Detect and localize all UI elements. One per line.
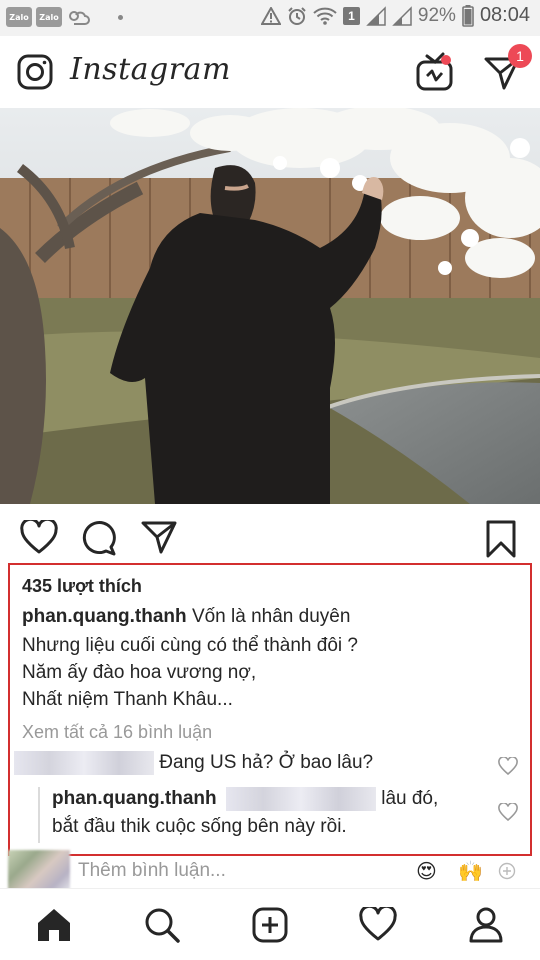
comment-like-icon[interactable] — [498, 803, 518, 821]
signal-icon — [392, 5, 412, 26]
comment-like-icon[interactable] — [498, 757, 518, 775]
status-bar: Zalo Zalo 1 92% 08:04 — [0, 0, 540, 36]
weather-icon — [69, 11, 90, 25]
warning-icon — [260, 6, 281, 25]
signal-icon — [366, 5, 386, 26]
caption-line: Nhất niệm Thanh Khâu... — [22, 689, 233, 710]
status-right: 1 92% 08:04 — [260, 4, 530, 27]
caption-text: Vốn là nhân duyên — [191, 606, 351, 627]
post-photo-illustration — [0, 108, 540, 504]
status-left: Zalo Zalo — [6, 7, 123, 27]
post-actions — [0, 504, 540, 564]
activity-heart-icon[interactable] — [359, 907, 397, 941]
search-icon[interactable] — [144, 907, 180, 943]
bottom-navigation — [0, 888, 540, 960]
like-heart-icon[interactable] — [20, 520, 58, 554]
caption-line: Năm ấy đào hoa vương nợ, — [22, 662, 257, 683]
sim-slot-badge: 1 — [342, 6, 360, 25]
add-comment-input[interactable]: Thêm bình luận... — [78, 860, 226, 882]
notification-badge: 1 — [508, 44, 532, 68]
like-count[interactable]: 435 lượt thích — [22, 576, 142, 597]
post-image[interactable] — [0, 108, 540, 504]
add-emoji-icon[interactable] — [498, 862, 516, 880]
heart-eyes-emoji-icon[interactable]: 😍 — [416, 859, 437, 884]
reply-text-line: bắt đầu thik cuộc sống bên này rồi. — [52, 816, 347, 837]
zalo-app-icon: Zalo — [6, 7, 32, 27]
user-avatar — [8, 850, 70, 890]
profile-icon[interactable] — [468, 907, 504, 943]
comment-icon[interactable] — [80, 520, 116, 556]
battery-icon — [462, 4, 474, 27]
alarm-icon — [288, 6, 306, 25]
notification-dot — [118, 14, 123, 20]
reply-text: lâu đó, — [381, 788, 439, 810]
caption-line: Nhưng liệu cuối cùng có thể thành đôi ? — [22, 635, 358, 656]
battery-percent: 92% — [417, 4, 456, 26]
add-comment-row: Thêm bình luận... 😍 🙌 — [0, 850, 540, 890]
bookmark-icon[interactable] — [486, 520, 516, 558]
share-icon[interactable] — [141, 520, 177, 554]
raised-hands-emoji-icon[interactable]: 🙌 — [458, 859, 483, 884]
reply-row: phan.quang.thanh lâu đó, — [52, 787, 438, 811]
new-post-icon[interactable] — [252, 907, 288, 943]
redacted-mention — [225, 787, 376, 811]
zalo-app-icon: Zalo — [36, 7, 62, 27]
comment-text: Đang US hả? Ở bao lâu? — [159, 752, 374, 774]
instagram-logo: Instagram — [70, 52, 231, 87]
redacted-username — [14, 751, 154, 775]
caption-username[interactable]: phan.quang.thanh — [22, 606, 187, 627]
igtv-icon[interactable] — [415, 50, 455, 92]
reply-thread-line — [38, 787, 40, 843]
app-header: Instagram 1 — [0, 36, 540, 108]
reply-username[interactable]: phan.quang.thanh — [52, 788, 217, 809]
comment-row: Đang US hả? Ở bao lâu? — [14, 751, 373, 775]
clock: 08:04 — [479, 4, 530, 26]
caption-line: phan.quang.thanh Vốn là nhân duyên — [22, 606, 350, 628]
home-icon[interactable] — [36, 907, 72, 943]
post-details: 435 lượt thích phan.quang.thanh Vốn là n… — [8, 563, 532, 856]
camera-icon[interactable] — [17, 54, 53, 90]
view-all-comments-link[interactable]: Xem tất cả 16 bình luận — [22, 722, 212, 743]
wifi-icon — [313, 7, 337, 25]
